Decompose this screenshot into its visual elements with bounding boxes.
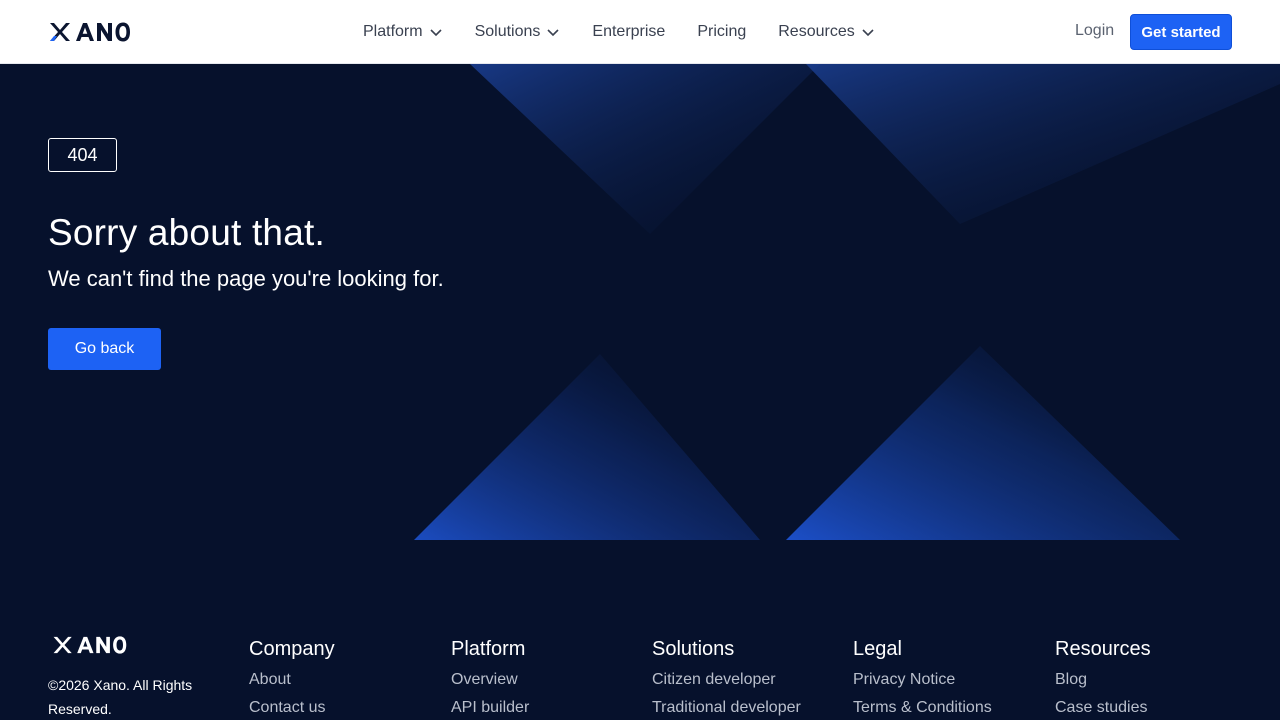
error-code-badge: 404 (48, 138, 117, 172)
nav-item-platform[interactable]: Platform (363, 0, 443, 64)
footer-column-legal: Legal Privacy Notice Terms & Conditions (853, 635, 992, 719)
nav-item-label: Solutions (474, 23, 541, 40)
nav-item-label: Pricing (697, 23, 747, 40)
footer-link[interactable]: Terms & Conditions (853, 696, 992, 719)
xano-logo-icon (50, 22, 130, 42)
footer-link[interactable]: Overview (451, 668, 529, 691)
footer-link[interactable]: Citizen developer (652, 668, 801, 691)
get-started-button[interactable]: Get started (1130, 14, 1232, 50)
chevron-down-icon (861, 25, 875, 39)
site-header: Platform Solutions Enterprise Pricing Re… (0, 0, 1280, 64)
footer-column-heading: Resources (1055, 638, 1151, 660)
xano-logo-icon (53, 636, 127, 654)
go-back-button[interactable]: Go back (48, 328, 161, 370)
error-hero: 404 Sorry about that. We can't find the … (0, 64, 1280, 540)
site-footer: ©2026 Xano. All Rights Reserved. Company… (0, 540, 1280, 720)
chevron-down-icon (546, 25, 560, 39)
footer-column-resources: Resources Blog Case studies (1055, 635, 1151, 719)
nav-item-label: Platform (363, 23, 423, 40)
footer-column-solutions: Solutions Citizen developer Traditional … (652, 635, 801, 719)
footer-link[interactable]: Privacy Notice (853, 668, 992, 691)
nav-item-label: Resources (778, 23, 855, 40)
xano-logo[interactable] (48, 20, 130, 44)
page-subtitle: We can't find the page you're looking fo… (48, 266, 444, 291)
nav-item-resources[interactable]: Resources (778, 0, 874, 64)
footer-column-platform: Platform Overview API builder (451, 635, 529, 719)
copyright-text: ©2026 Xano. All Rights Reserved. (48, 677, 193, 717)
footer-column-heading: Platform (451, 638, 526, 660)
nav-item-label: Enterprise (592, 23, 666, 40)
footer-xano-logo[interactable] (48, 635, 130, 660)
footer-column-heading: Legal (853, 638, 902, 660)
footer-link[interactable]: Blog (1055, 668, 1151, 691)
main-nav: Platform Solutions Enterprise Pricing Re… (363, 0, 875, 64)
footer-column-heading: Company (249, 638, 335, 660)
nav-item-pricing[interactable]: Pricing (697, 0, 746, 64)
footer-link[interactable]: Contact us (249, 696, 335, 719)
hero-background-graphic (414, 64, 1280, 540)
footer-column-heading: Solutions (652, 638, 735, 660)
footer-link[interactable]: About (249, 668, 335, 691)
footer-link[interactable]: API builder (451, 696, 529, 719)
footer-link[interactable]: Case studies (1055, 696, 1151, 719)
page-title: Sorry about that. (48, 212, 325, 253)
nav-item-enterprise[interactable]: Enterprise (592, 0, 665, 64)
footer-column-company: Company About Contact us (249, 635, 335, 719)
chevron-down-icon (429, 25, 443, 39)
login-link[interactable]: Login (1075, 22, 1114, 40)
nav-item-solutions[interactable]: Solutions (475, 0, 561, 64)
footer-link[interactable]: Traditional developer (652, 696, 801, 719)
